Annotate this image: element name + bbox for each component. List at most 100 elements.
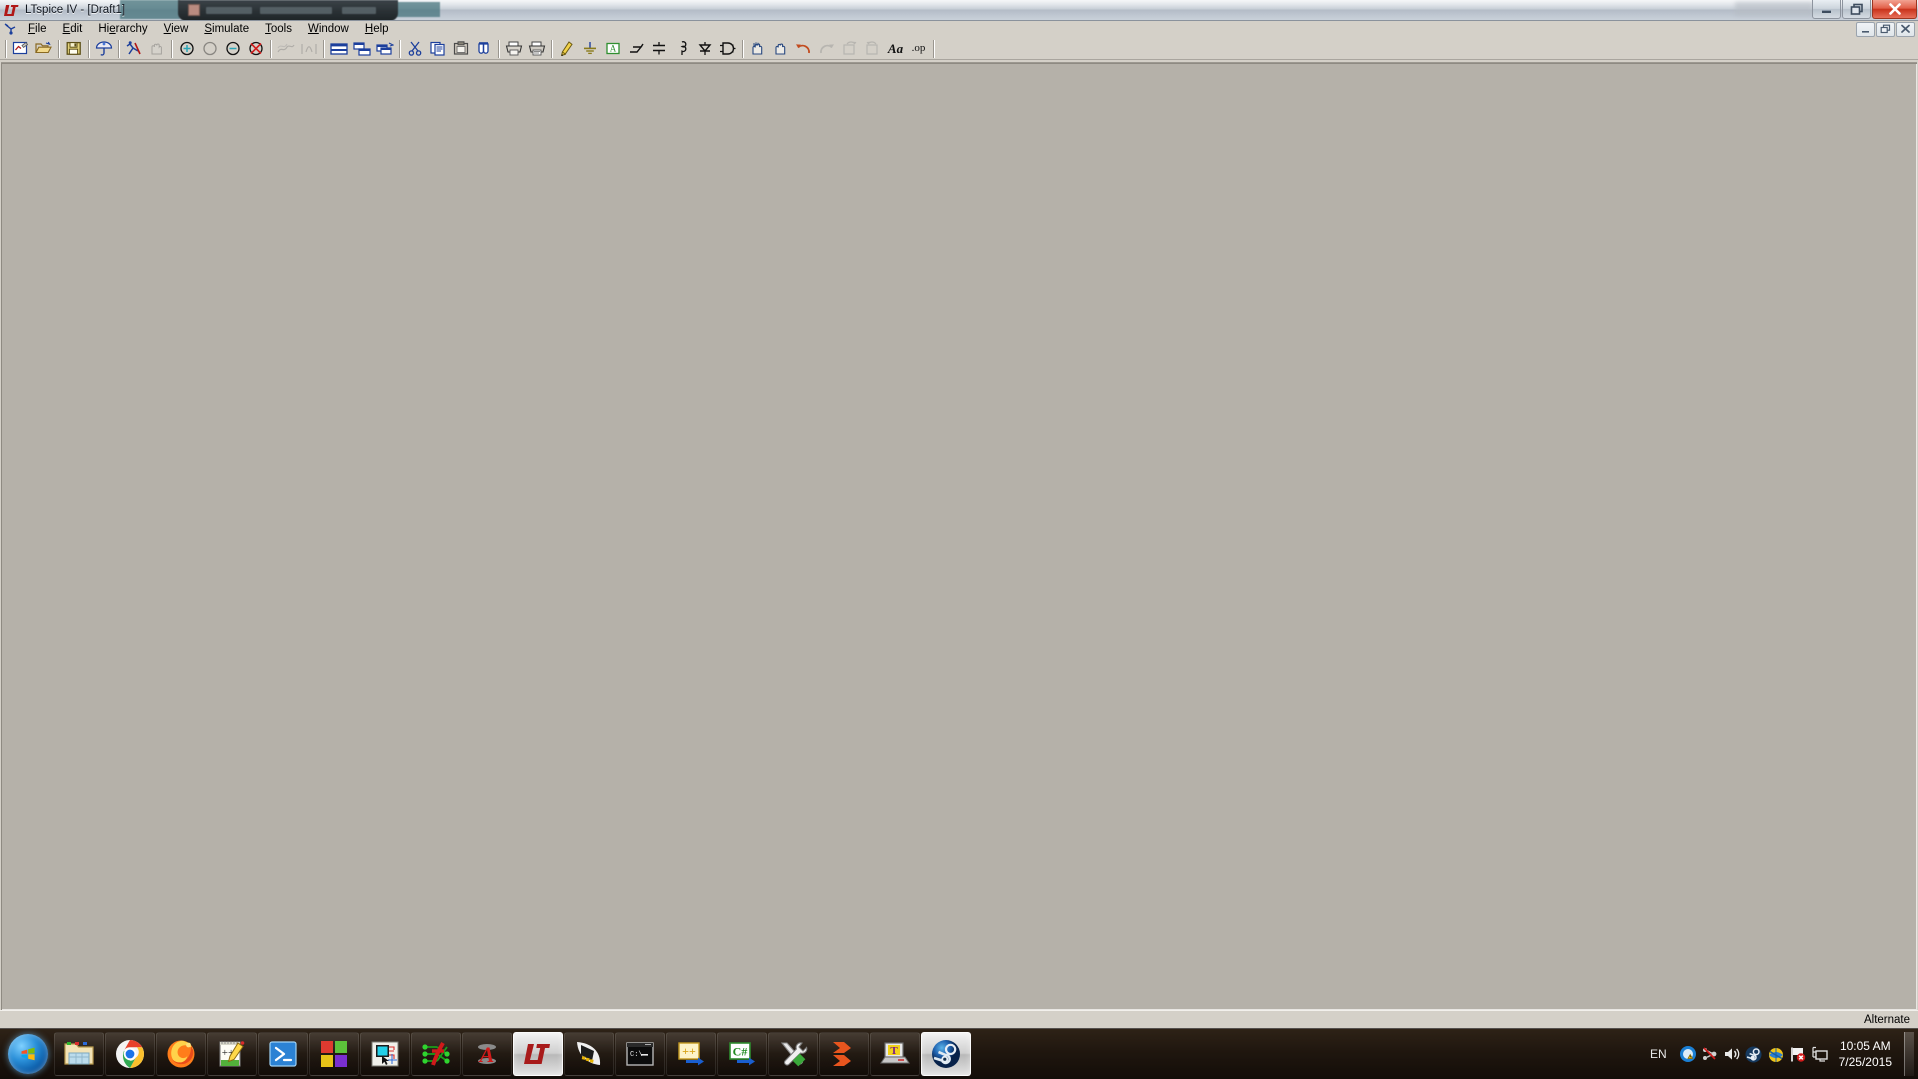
- taskbar-windows-explorer[interactable]: [54, 1032, 104, 1076]
- taskbar-google-chrome[interactable]: [105, 1032, 155, 1076]
- zoom-out-button[interactable]: [221, 38, 244, 59]
- tile-horizontal-button[interactable]: [327, 38, 350, 59]
- move-button[interactable]: [746, 38, 769, 59]
- mdi-close-button[interactable]: [1896, 21, 1915, 37]
- menu-simulate[interactable]: Simulate: [197, 21, 256, 37]
- menu-edit[interactable]: Edit: [56, 21, 90, 37]
- resistor-button[interactable]: [624, 38, 647, 59]
- windows-taskbar: ++ A C:\ ++ C# T EN 10:05 AM 7/25/2015: [0, 1028, 1918, 1079]
- taskbar-clock[interactable]: 10:05 AM 7/25/2015: [1831, 1038, 1902, 1070]
- taskbar-fl-studio[interactable]: [819, 1032, 869, 1076]
- capacitor-button[interactable]: [647, 38, 670, 59]
- menu-window[interactable]: Window: [301, 21, 356, 37]
- show-desktop-button[interactable]: [1904, 1032, 1914, 1076]
- menu-file[interactable]: FFileile: [21, 21, 54, 37]
- minimize-button[interactable]: [1812, 0, 1841, 19]
- taskbar-keil[interactable]: [564, 1032, 614, 1076]
- rotate-button[interactable]: [838, 38, 861, 59]
- taskbar-altium[interactable]: [411, 1032, 461, 1076]
- taskbar-tools[interactable]: [768, 1032, 818, 1076]
- firefox-icon: [167, 1040, 195, 1068]
- tray-network-icon[interactable]: [1699, 1034, 1721, 1074]
- paste-button[interactable]: [449, 38, 472, 59]
- tray-flag-error-icon[interactable]: [1787, 1034, 1809, 1074]
- tray-display-icon[interactable]: [1809, 1034, 1831, 1074]
- clock-date: 7/25/2015: [1838, 1055, 1892, 1069]
- menu-view[interactable]: View: [157, 21, 196, 37]
- component-button[interactable]: [716, 38, 739, 59]
- new-schematic-button[interactable]: [9, 38, 32, 59]
- zoom-area-button[interactable]: [198, 38, 221, 59]
- svg-text:++: ++: [682, 1044, 696, 1058]
- zoom-full-button[interactable]: [244, 38, 267, 59]
- tray-action-center-icon[interactable]: [1677, 1034, 1699, 1074]
- schematic-canvas[interactable]: [1, 62, 1917, 1010]
- halt-button[interactable]: [145, 38, 168, 59]
- taskbar-command-prompt[interactable]: C:\: [615, 1032, 665, 1076]
- open-button[interactable]: [32, 38, 55, 59]
- mdi-minimize-button[interactable]: [1856, 21, 1875, 37]
- text-button[interactable]: Aa: [884, 38, 907, 59]
- spice-directive-label: .op: [911, 42, 926, 54]
- taskbar-teamviewer[interactable]: T: [870, 1032, 920, 1076]
- taskbar-steam[interactable]: [921, 1032, 971, 1076]
- toolbar-separator: [58, 39, 59, 58]
- spice-directive-button[interactable]: .op: [907, 38, 930, 59]
- label-net-button[interactable]: A: [601, 38, 624, 59]
- schematic-document-icon[interactable]: [3, 22, 19, 37]
- maximize-restore-button[interactable]: [1842, 0, 1871, 19]
- taskbar-firefox[interactable]: [156, 1032, 206, 1076]
- inductor-button[interactable]: [670, 38, 693, 59]
- svg-text:A: A: [609, 44, 616, 54]
- taskbar-cpp-project[interactable]: ++: [666, 1032, 716, 1076]
- run-button[interactable]: [122, 38, 145, 59]
- copy-button[interactable]: [426, 38, 449, 59]
- cascade-button[interactable]: [373, 38, 396, 59]
- undo-button[interactable]: [792, 38, 815, 59]
- start-orb[interactable]: [2, 1031, 54, 1077]
- redo-button[interactable]: [815, 38, 838, 59]
- taskbar-altium-designer[interactable]: A: [462, 1032, 512, 1076]
- print-preview-button[interactable]: [92, 38, 115, 59]
- tray-internet-icon[interactable]: [1765, 1034, 1787, 1074]
- find-button[interactable]: [472, 38, 495, 59]
- close-button[interactable]: [1872, 0, 1917, 19]
- taskbar-microchip-studio[interactable]: [360, 1032, 410, 1076]
- tray-steam-icon[interactable]: [1743, 1034, 1765, 1074]
- tile-vertical-button[interactable]: [350, 38, 373, 59]
- tray-volume-icon[interactable]: [1721, 1034, 1743, 1074]
- status-text: Alternate: [1863, 1013, 1910, 1026]
- cpp-icon: ++: [678, 1042, 704, 1066]
- taskbar-notepadpp[interactable]: ++: [207, 1032, 257, 1076]
- pan-plot-button[interactable]: [297, 38, 320, 59]
- diode-button[interactable]: [693, 38, 716, 59]
- menu-help[interactable]: Help: [358, 21, 396, 37]
- title-bar[interactable]: LTspice IV - [Draft1]: [0, 0, 1918, 21]
- taskbar-ltspice[interactable]: [513, 1032, 563, 1076]
- print-button[interactable]: [525, 38, 548, 59]
- tray-language-indicator[interactable]: EN: [1640, 1047, 1677, 1061]
- window-title: LTspice IV - [Draft1]: [25, 4, 126, 16]
- cut-button[interactable]: [403, 38, 426, 59]
- title-bar-teal-artifact-right: [396, 2, 440, 17]
- menu-tools[interactable]: Tools: [258, 21, 299, 37]
- taskbar-powershell[interactable]: [258, 1032, 308, 1076]
- autorange-button[interactable]: [274, 38, 297, 59]
- menu-hierarchy[interactable]: Hierarchy: [91, 21, 154, 37]
- mdi-restore-button[interactable]: [1876, 21, 1895, 37]
- taskbar-csharp-project[interactable]: C#: [717, 1032, 767, 1076]
- wrench-tools-icon: [780, 1042, 808, 1067]
- zoom-in-button[interactable]: [175, 38, 198, 59]
- taskbar-visual-studio[interactable]: [309, 1032, 359, 1076]
- title-bar-teal-artifact-left: [120, 0, 180, 19]
- save-button[interactable]: [62, 38, 85, 59]
- mirror-button[interactable]: [861, 38, 884, 59]
- drag-button[interactable]: [769, 38, 792, 59]
- draw-wire-button[interactable]: [555, 38, 578, 59]
- windows-logo-icon: [8, 1034, 48, 1074]
- ground-button[interactable]: [578, 38, 601, 59]
- print-setup-button[interactable]: [502, 38, 525, 59]
- desktop-background: LTspice IV - [Draft1] File Edit Hierarch…: [0, 0, 1918, 1079]
- toolbar-separator: [171, 39, 172, 58]
- mdi-window-controls: [1856, 21, 1915, 37]
